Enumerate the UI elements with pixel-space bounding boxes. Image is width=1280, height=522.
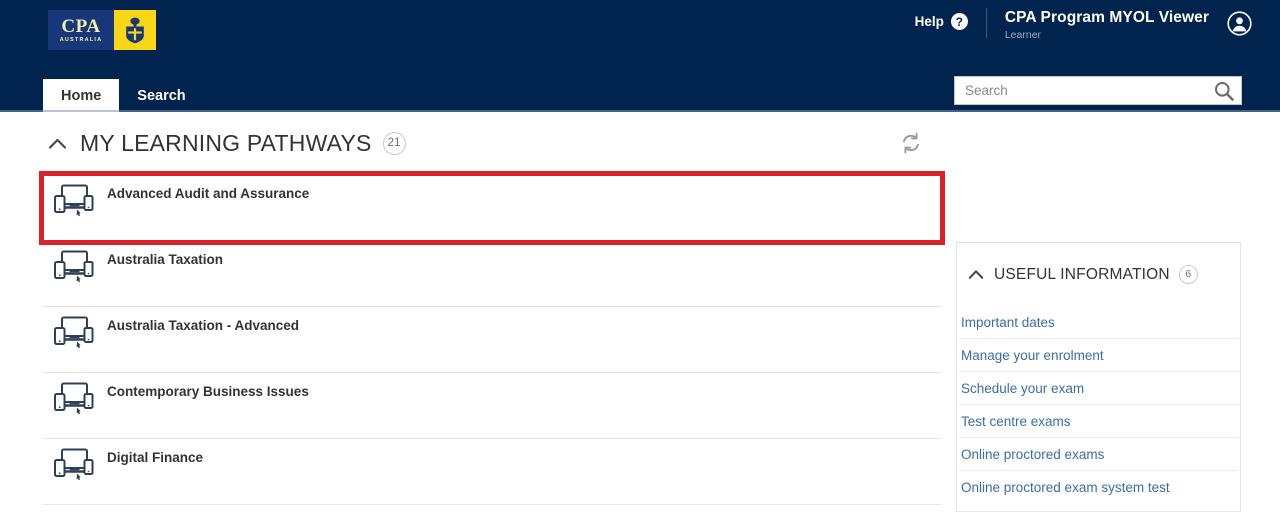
help-button[interactable]: Help ? — [915, 13, 968, 30]
top-header: CPA AUSTRALIA Help ? CPA Program MYOL Vi… — [0, 0, 1280, 112]
tab-search[interactable]: Search — [119, 79, 203, 112]
list-item[interactable]: Digital Finance — [43, 439, 941, 505]
my-learning-pathways-panel: MY LEARNING PATHWAYS 21 Advanced Audit a… — [39, 112, 945, 505]
link-online-proctored-exams[interactable]: Online proctored exams — [959, 438, 1238, 471]
link-important-dates[interactable]: Important dates — [959, 306, 1238, 339]
logo-blue-block: CPA AUSTRALIA — [48, 10, 114, 50]
tab-home-label: Home — [61, 87, 102, 104]
multi-device-icon — [53, 249, 95, 292]
search-icon[interactable] — [1213, 80, 1235, 102]
chevron-up-icon[interactable] — [48, 137, 67, 150]
logo-country-text: AUSTRALIA — [59, 36, 103, 43]
list-item[interactable]: Australia Taxation — [43, 241, 941, 307]
refresh-icon[interactable] — [900, 132, 922, 154]
pathways-panel-header: MY LEARNING PATHWAYS 21 — [43, 112, 941, 174]
pathways-list: Advanced Audit and Assurance Australia T… — [39, 171, 945, 505]
multi-device-icon — [53, 381, 95, 424]
multi-device-icon — [53, 183, 95, 226]
list-item-label: Digital Finance — [107, 450, 204, 465]
tab-home[interactable]: Home — [43, 79, 120, 112]
link-manage-your-enrolment[interactable]: Manage your enrolment — [959, 339, 1238, 372]
useful-information-header: USEFUL INFORMATION 6 — [957, 243, 1240, 306]
list-item[interactable]: Australia Taxation - Advanced — [43, 307, 941, 373]
cpa-australia-logo[interactable]: CPA AUSTRALIA — [48, 10, 156, 50]
link-test-centre-exams[interactable]: Test centre exams — [959, 405, 1238, 438]
list-item-label: Australia Taxation — [107, 252, 224, 267]
useful-information-links: Important dates Manage your enrolment Sc… — [957, 306, 1240, 511]
chevron-up-icon[interactable] — [968, 269, 984, 280]
page-title: MY LEARNING PATHWAYS — [80, 129, 372, 156]
list-item[interactable]: Advanced Audit and Assurance — [39, 171, 945, 245]
global-search-box[interactable] — [954, 76, 1242, 105]
user-account-icon[interactable] — [1227, 11, 1252, 41]
header-right-cluster: Help ? CPA Program MYOL Viewer Learner — [915, 4, 1252, 44]
useful-information-panel: USEFUL INFORMATION 6 Important dates Man… — [956, 242, 1241, 512]
page-body: MY LEARNING PATHWAYS 21 Advanced Audit a… — [0, 112, 1280, 522]
primary-nav-tabs: Home Search — [43, 73, 204, 112]
logo-gold-block — [114, 10, 156, 50]
tab-search-label: Search — [137, 87, 186, 104]
multi-device-icon — [53, 447, 95, 490]
list-item-label: Advanced Audit and Assurance — [107, 186, 310, 201]
list-item[interactable]: Contemporary Business Issues — [43, 373, 941, 439]
useful-information-title: USEFUL INFORMATION — [994, 265, 1170, 283]
link-schedule-your-exam[interactable]: Schedule your exam — [959, 372, 1238, 405]
useful-information-count-badge: 6 — [1178, 265, 1198, 284]
app-title: CPA Program MYOL Viewer — [1004, 9, 1209, 26]
link-online-proctored-exam-system-test[interactable]: Online proctored exam system test — [959, 471, 1238, 504]
header-divider — [985, 8, 987, 38]
help-label: Help — [914, 14, 944, 29]
app-title-block: CPA Program MYOL Viewer Learner — [1005, 9, 1209, 41]
crest-icon — [126, 17, 144, 44]
multi-device-icon — [53, 315, 95, 358]
list-item-label: Contemporary Business Issues — [107, 384, 309, 399]
list-item-label: Australia Taxation - Advanced — [107, 318, 300, 333]
pathways-count-badge: 21 — [382, 131, 406, 155]
logo-brand-text: CPA — [61, 15, 101, 37]
app-role-subtitle: Learner — [1004, 29, 1042, 41]
question-mark-icon: ? — [950, 13, 968, 30]
search-input[interactable] — [965, 83, 1213, 98]
